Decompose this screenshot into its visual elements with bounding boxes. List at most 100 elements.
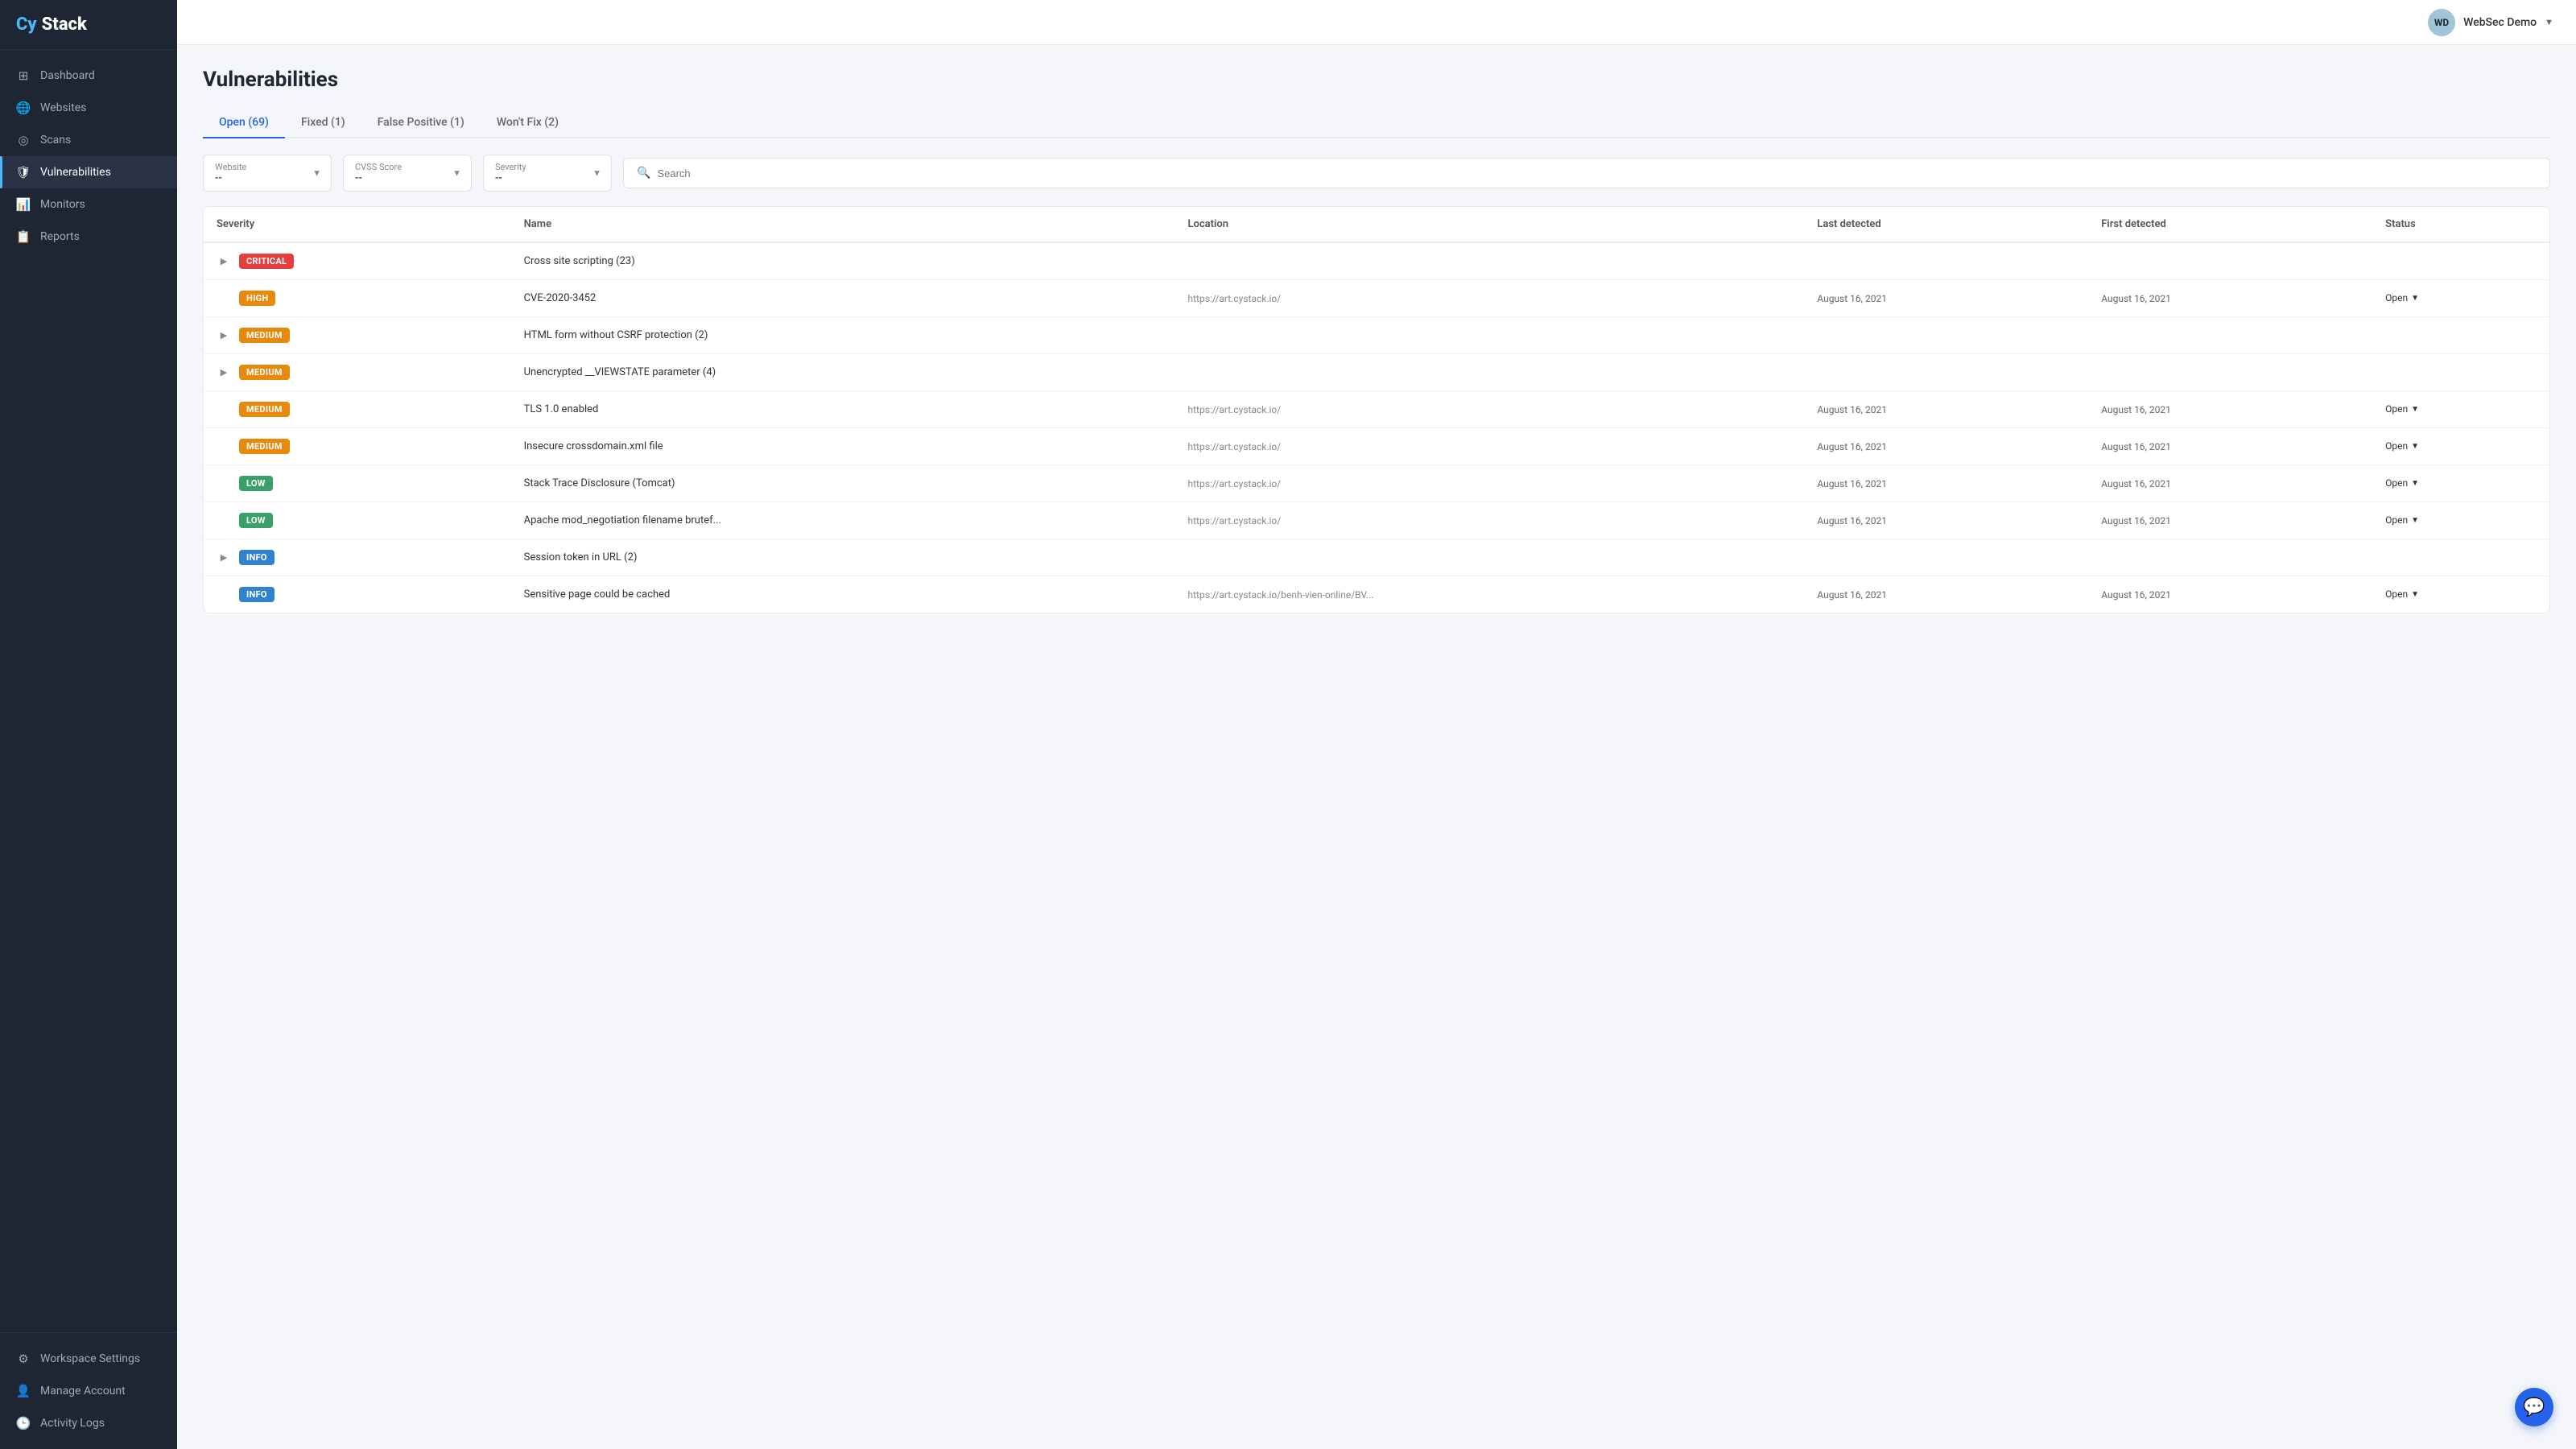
status-cell — [2372, 354, 2549, 391]
last-detected: August 16, 2021 — [1804, 465, 2088, 502]
severity-filter[interactable]: Severity -- ▼ — [483, 155, 612, 192]
expand-button[interactable]: ▶ — [217, 365, 231, 380]
first-detected — [2088, 317, 2372, 354]
col-name: Name — [511, 207, 1175, 242]
severity-cell: INFO — [204, 576, 511, 613]
severity-filter-value: -- — [495, 172, 526, 184]
search-input[interactable] — [657, 167, 2537, 180]
col-severity: Severity — [204, 207, 511, 242]
cvss-filter-label: CVSS Score — [355, 162, 402, 172]
vulnerabilities-icon: 🛡 — [16, 165, 31, 180]
vuln-location: https://art.cystack.io/ — [1175, 465, 1805, 502]
vuln-location: https://art.cystack.io/ — [1175, 428, 1805, 465]
first-detected: August 16, 2021 — [2088, 576, 2372, 613]
vuln-location — [1175, 539, 1805, 576]
col-location: Location — [1175, 207, 1805, 242]
status-dropdown[interactable]: Open ▼ — [2385, 403, 2419, 415]
status-chevron-icon: ▼ — [2411, 442, 2419, 451]
status-cell — [2372, 539, 2549, 576]
status-dropdown[interactable]: Open ▼ — [2385, 440, 2419, 452]
activity-logs-icon: 🕒 — [16, 1416, 31, 1430]
website-filter-value: -- — [215, 172, 246, 184]
status-dropdown[interactable]: Open ▼ — [2385, 477, 2419, 489]
sidebar-item-activity-logs[interactable]: 🕒 Activity Logs — [0, 1407, 177, 1439]
main-content: WD WebSec Demo ▼ Vulnerabilities Open (6… — [177, 0, 2576, 1449]
table-row: HIGH CVE-2020-3452https://art.cystack.io/… — [204, 280, 2549, 317]
tab-wont-fix[interactable]: Won't Fix (2) — [481, 108, 575, 138]
status-cell: Open ▼ — [2372, 502, 2549, 539]
sidebar-label-vulnerabilities: Vulnerabilities — [40, 166, 111, 179]
severity-cell: ▶MEDIUM — [204, 317, 511, 354]
last-detected: August 16, 2021 — [1804, 502, 2088, 539]
status-cell — [2372, 317, 2549, 354]
vuln-location — [1175, 242, 1805, 280]
vuln-name: Insecure crossdomain.xml file — [511, 428, 1175, 465]
sidebar-item-vulnerabilities[interactable]: 🛡 Vulnerabilities — [0, 156, 177, 188]
col-last-detected: Last detected — [1804, 207, 2088, 242]
status-chevron-icon: ▼ — [2411, 405, 2419, 414]
severity-badge: HIGH — [239, 291, 275, 306]
first-detected: August 16, 2021 — [2088, 428, 2372, 465]
first-detected — [2088, 354, 2372, 391]
last-detected — [1804, 317, 2088, 354]
tab-open[interactable]: Open (69) — [203, 108, 285, 138]
cvss-score-filter[interactable]: CVSS Score -- ▼ — [343, 155, 472, 192]
vuln-name: Sensitive page could be cached — [511, 576, 1175, 613]
severity-cell: LOW — [204, 502, 511, 539]
reports-icon: 📋 — [16, 229, 31, 244]
vuln-location — [1175, 354, 1805, 391]
sidebar-item-websites[interactable]: 🌐 Websites — [0, 92, 177, 124]
sidebar-item-reports[interactable]: 📋 Reports — [0, 221, 177, 253]
vuln-location: https://art.cystack.io/ — [1175, 502, 1805, 539]
vuln-location: https://art.cystack.io/ — [1175, 280, 1805, 317]
vuln-name: CVE-2020-3452 — [511, 280, 1175, 317]
chat-button[interactable]: 💬 — [2515, 1388, 2553, 1426]
severity-cell: ▶INFO — [204, 539, 511, 576]
status-dropdown[interactable]: Open ▼ — [2385, 514, 2419, 526]
user-badge[interactable]: WD WebSec Demo ▼ — [2428, 9, 2553, 36]
status-dropdown[interactable]: Open ▼ — [2385, 292, 2419, 303]
sidebar-label-reports: Reports — [40, 230, 80, 243]
vuln-name: Session token in URL (2) — [511, 539, 1175, 576]
status-dropdown[interactable]: Open ▼ — [2385, 588, 2419, 600]
severity-badge: LOW — [239, 513, 273, 528]
sidebar-item-manage-account[interactable]: 👤 Manage Account — [0, 1375, 177, 1407]
page-title: Vulnerabilities — [203, 68, 2550, 92]
table-row: ▶MEDIUMHTML form without CSRF protection… — [204, 317, 2549, 354]
last-detected: August 16, 2021 — [1804, 428, 2088, 465]
severity-cell: ▶CRITICAL — [204, 242, 511, 280]
table-row: MEDIUMInsecure crossdomain.xml filehttps… — [204, 428, 2549, 465]
cvss-filter-chevron: ▼ — [452, 168, 461, 179]
status-cell: Open ▼ — [2372, 280, 2549, 317]
expand-button[interactable]: ▶ — [217, 254, 231, 269]
last-detected: August 16, 2021 — [1804, 576, 2088, 613]
vuln-name: Unencrypted __VIEWSTATE parameter (4) — [511, 354, 1175, 391]
sidebar-item-workspace-settings[interactable]: ⚙ Workspace Settings — [0, 1343, 177, 1375]
first-detected — [2088, 242, 2372, 280]
sidebar-item-scans[interactable]: ◎ Scans — [0, 124, 177, 156]
vuln-name: HTML form without CSRF protection (2) — [511, 317, 1175, 354]
first-detected: August 16, 2021 — [2088, 280, 2372, 317]
table-row: ▶INFOSession token in URL (2) — [204, 539, 2549, 576]
avatar: WD — [2428, 9, 2455, 36]
severity-cell: ▶MEDIUM — [204, 354, 511, 391]
last-detected: August 16, 2021 — [1804, 280, 2088, 317]
monitors-icon: 📊 — [16, 197, 31, 212]
page-content: Vulnerabilities Open (69) Fixed (1) Fals… — [177, 45, 2576, 1449]
search-box[interactable]: 🔍 — [623, 158, 2550, 188]
first-detected: August 16, 2021 — [2088, 465, 2372, 502]
tab-false-positive[interactable]: False Positive (1) — [361, 108, 481, 138]
col-status: Status — [2372, 207, 2549, 242]
status-chevron-icon: ▼ — [2411, 516, 2419, 525]
expand-button[interactable]: ▶ — [217, 551, 231, 565]
last-detected — [1804, 242, 2088, 280]
website-filter[interactable]: Website -- ▼ — [203, 155, 332, 192]
table-row: LOWStack Trace Disclosure (Tomcat)https:… — [204, 465, 2549, 502]
status-cell: Open ▼ — [2372, 391, 2549, 428]
status-chevron-icon: ▼ — [2411, 590, 2419, 599]
expand-button[interactable]: ▶ — [217, 328, 231, 343]
sidebar-item-dashboard[interactable]: ⊞ Dashboard — [0, 60, 177, 92]
last-detected — [1804, 539, 2088, 576]
tab-fixed[interactable]: Fixed (1) — [285, 108, 361, 138]
sidebar-item-monitors[interactable]: 📊 Monitors — [0, 188, 177, 221]
